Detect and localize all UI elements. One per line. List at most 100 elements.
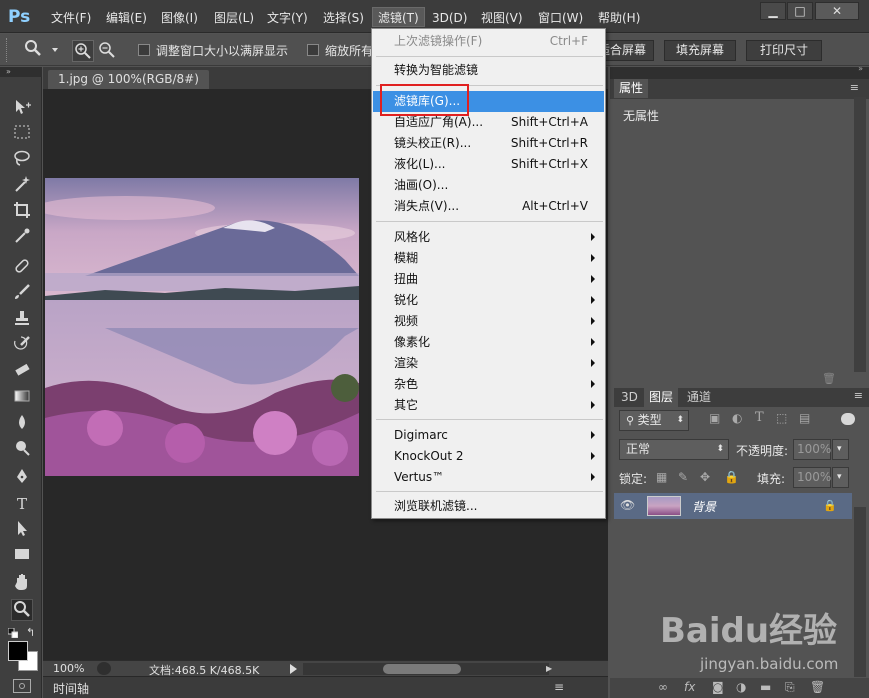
fill-input[interactable]: 100%	[793, 467, 831, 488]
document-info[interactable]: 文档:468.5 K/468.5K	[149, 662, 259, 678]
crop-tool-icon[interactable]	[11, 201, 33, 223]
timeline-label[interactable]: 时间轴	[53, 680, 89, 697]
move-tool-icon[interactable]	[11, 97, 33, 119]
marquee-tool-icon[interactable]	[11, 123, 33, 145]
zoom-tool-icon[interactable]	[24, 39, 46, 61]
lasso-tool-icon[interactable]	[11, 149, 33, 171]
layers-scrollbar[interactable]	[854, 507, 866, 677]
new-layer-icon[interactable]: ⎘	[785, 680, 795, 695]
blur-submenu-item[interactable]: 模糊	[394, 248, 418, 269]
clone-stamp-tool-icon[interactable]	[11, 309, 33, 331]
timeline-menu-icon[interactable]: ≡	[554, 680, 564, 694]
fill-screen-button[interactable]: 填充屏幕	[664, 40, 736, 61]
filter-toggle-switch[interactable]	[841, 413, 855, 425]
dock-collapse-icon[interactable]: »	[858, 64, 863, 73]
grip-handle[interactable]	[6, 38, 10, 62]
menu-edit[interactable]: 编辑(E)	[101, 8, 152, 28]
scroll-right-arrow-icon[interactable]: ▶	[546, 664, 552, 673]
fill-dropdown-icon[interactable]: ▾	[832, 467, 849, 488]
layer-row-background[interactable]: 👁 背景 🔒	[614, 493, 852, 519]
pixelate-submenu-item[interactable]: 像素化	[394, 332, 430, 353]
last-filter-item[interactable]: 上次滤镜操作(F)	[394, 31, 482, 52]
filter-pixel-icon[interactable]: ▣	[709, 411, 720, 425]
minimize-button[interactable]: ▁	[760, 2, 786, 20]
opacity-input[interactable]: 100%	[793, 439, 831, 460]
menu-file[interactable]: 文件(F)	[46, 8, 96, 28]
lock-pixels-icon[interactable]: ✎	[678, 470, 688, 484]
convert-smart-filters-item[interactable]: 转换为智能滤镜	[394, 60, 478, 81]
default-colors-icon[interactable]	[7, 627, 19, 639]
scrollbar-thumb[interactable]	[383, 664, 461, 674]
lock-position-icon[interactable]: ✥	[700, 470, 710, 484]
layer-name[interactable]: 背景	[692, 498, 716, 515]
zoom-all-checkbox[interactable]	[307, 44, 319, 56]
menu-window[interactable]: 窗口(W)	[533, 8, 588, 28]
path-selection-tool-icon[interactable]	[11, 519, 33, 541]
tab-layers[interactable]: 图层	[644, 388, 679, 407]
menu-help[interactable]: 帮助(H)	[593, 8, 645, 28]
properties-scrollbar[interactable]	[854, 97, 866, 372]
properties-delete-icon[interactable]: 🗑	[822, 372, 836, 385]
other-submenu-item[interactable]: 其它	[394, 395, 418, 416]
menu-3d[interactable]: 3D(D)	[427, 8, 472, 28]
print-size-button[interactable]: 打印尺寸	[746, 40, 822, 61]
zoom-tool-icon[interactable]	[11, 599, 33, 621]
menu-layer[interactable]: 图层(L)	[209, 8, 259, 28]
link-layers-icon[interactable]: ∞	[658, 680, 668, 694]
layer-visibility-eye-icon[interactable]: 👁	[620, 498, 635, 512]
layer-filter-kind-select[interactable]: ⚲ 类型 ⬍	[619, 410, 689, 431]
rectangle-tool-icon[interactable]	[11, 545, 33, 567]
tool-preset-chevron-icon[interactable]	[52, 48, 58, 52]
close-button[interactable]: ✕	[815, 2, 859, 20]
zoom-level[interactable]: 100%	[53, 662, 84, 675]
lock-all-icon[interactable]: 🔒	[724, 470, 739, 484]
quick-mask-icon[interactable]	[13, 679, 31, 693]
horizontal-scrollbar[interactable]	[303, 663, 549, 675]
swap-colors-icon[interactable]: ↰	[26, 626, 35, 639]
video-submenu-item[interactable]: 视频	[394, 311, 418, 332]
menu-view[interactable]: 视图(V)	[476, 8, 528, 28]
brush-tool-icon[interactable]	[11, 283, 33, 305]
zoom-out-icon[interactable]	[97, 40, 119, 62]
lock-transparent-icon[interactable]: ▦	[656, 470, 667, 484]
magic-wand-tool-icon[interactable]	[11, 175, 33, 197]
browse-filters-online-item[interactable]: 浏览联机滤镜...	[394, 496, 477, 517]
history-brush-tool-icon[interactable]	[11, 335, 33, 357]
render-submenu-item[interactable]: 渲染	[394, 353, 418, 374]
noise-submenu-item[interactable]: 杂色	[394, 374, 418, 395]
share-icon[interactable]	[97, 662, 111, 675]
status-menu-arrow-icon[interactable]	[290, 664, 297, 674]
digimarc-submenu-item[interactable]: Digimarc	[394, 425, 448, 446]
fit-window-checkbox[interactable]	[138, 44, 150, 56]
vanishing-point-item[interactable]: 消失点(V)...	[394, 196, 459, 217]
type-tool-icon[interactable]: T	[11, 493, 33, 515]
eyedropper-tool-icon[interactable]	[11, 227, 33, 249]
tab-3d[interactable]: 3D	[616, 388, 643, 407]
liquify-item[interactable]: 液化(L)...	[394, 154, 446, 175]
document-tab[interactable]: 1.jpg @ 100%(RGB/8#)	[48, 70, 209, 89]
filter-smart-object-icon[interactable]: ▤	[799, 411, 810, 425]
tab-properties[interactable]: 属性	[614, 79, 649, 98]
blur-tool-icon[interactable]	[11, 413, 33, 435]
layer-style-icon[interactable]: fx	[684, 680, 695, 694]
distort-submenu-item[interactable]: 扭曲	[394, 269, 418, 290]
layers-menu-icon[interactable]: ≡	[854, 389, 863, 402]
sharpen-submenu-item[interactable]: 锐化	[394, 290, 418, 311]
maximize-button[interactable]: □	[787, 2, 813, 20]
healing-brush-tool-icon[interactable]	[11, 257, 33, 279]
menu-type[interactable]: 文字(Y)	[262, 8, 313, 28]
add-mask-icon[interactable]: ◙	[712, 680, 724, 694]
delete-layer-icon[interactable]: 🗑	[810, 680, 825, 694]
stylize-submenu-item[interactable]: 风格化	[394, 227, 430, 248]
vertus-submenu-item[interactable]: Vertus™	[394, 467, 444, 488]
menu-image[interactable]: 图像(I)	[156, 8, 203, 28]
knockout-submenu-item[interactable]: KnockOut 2	[394, 446, 464, 467]
filter-shape-icon[interactable]: ⬚	[776, 411, 787, 425]
tab-channels[interactable]: 通道	[682, 388, 716, 407]
new-group-icon[interactable]: ▬	[760, 680, 771, 694]
pen-tool-icon[interactable]	[11, 467, 33, 489]
filter-type-icon[interactable]: T	[755, 410, 764, 425]
foreground-color-swatch[interactable]	[8, 641, 28, 661]
oil-paint-item[interactable]: 油画(O)...	[394, 175, 448, 196]
menu-filter[interactable]: 滤镜(T)	[372, 7, 425, 27]
